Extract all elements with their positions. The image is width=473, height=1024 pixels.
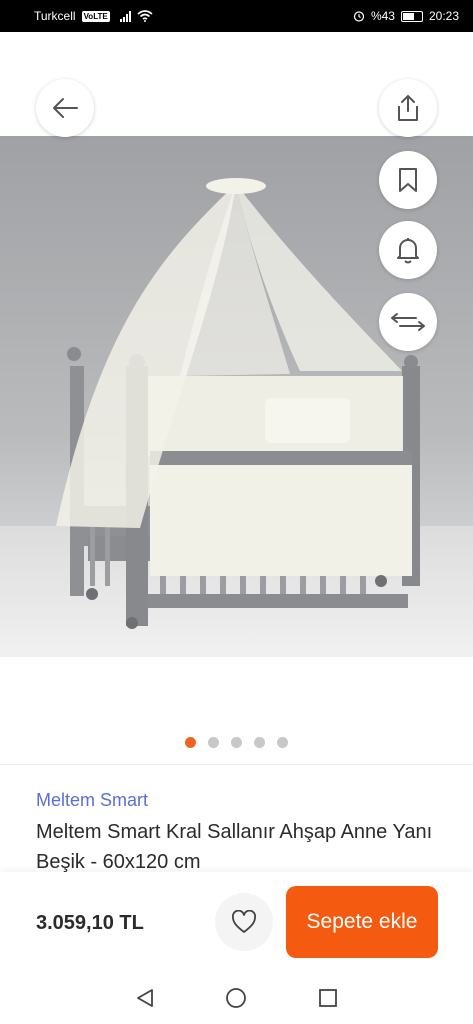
clock: 20:23 [428, 9, 459, 23]
bell-icon [397, 238, 419, 264]
home-circle-icon[interactable] [225, 987, 247, 1009]
pagination-dot[interactable] [277, 737, 288, 748]
signal-icon [119, 10, 131, 22]
system-navigation-bar [0, 972, 473, 1024]
pagination-dot[interactable] [185, 737, 196, 748]
add-to-cart-button[interactable]: Sepete ekle [286, 886, 438, 958]
bookmark-icon [399, 168, 417, 192]
product-price: 3.059,10 TL [36, 912, 144, 934]
product-title: Meltem Smart Kral Sallanır Ahşap Anne Ya… [36, 821, 433, 873]
volte-badge: VoLTE [81, 10, 110, 22]
status-right: %43 20:23 [353, 9, 459, 23]
alarm-icon [353, 11, 365, 22]
status-left: Turkcell VoLTE [34, 9, 153, 23]
wifi-icon [137, 10, 153, 22]
carrier-name: Turkcell [34, 9, 76, 23]
pagination-dot[interactable] [208, 737, 219, 748]
recents-square-icon[interactable] [318, 988, 338, 1008]
battery-percent: %43 [370, 9, 395, 23]
arrow-left-icon [53, 98, 78, 118]
status-bar: Turkcell VoLTE %43 20:23 [0, 0, 473, 32]
bookmark-button[interactable] [379, 151, 437, 209]
share-icon [398, 95, 418, 121]
swap-arrows-icon [391, 313, 425, 331]
gallery-pagination [0, 737, 473, 748]
pagination-dot[interactable] [254, 737, 265, 748]
back-triangle-icon[interactable] [135, 988, 155, 1008]
compare-button[interactable] [379, 293, 437, 351]
crib-photo-illustration [0, 136, 473, 657]
pagination-dot[interactable] [231, 737, 242, 748]
back-button[interactable] [36, 79, 94, 137]
share-button[interactable] [379, 79, 437, 137]
product-photo[interactable] [0, 136, 473, 657]
brand-link[interactable]: Meltem Smart [36, 790, 148, 811]
divider [0, 764, 473, 765]
favorite-button[interactable] [215, 893, 273, 951]
heart-icon [232, 910, 256, 933]
battery-icon [400, 10, 423, 22]
product-image-gallery[interactable] [0, 32, 473, 762]
notify-button[interactable] [379, 221, 437, 279]
